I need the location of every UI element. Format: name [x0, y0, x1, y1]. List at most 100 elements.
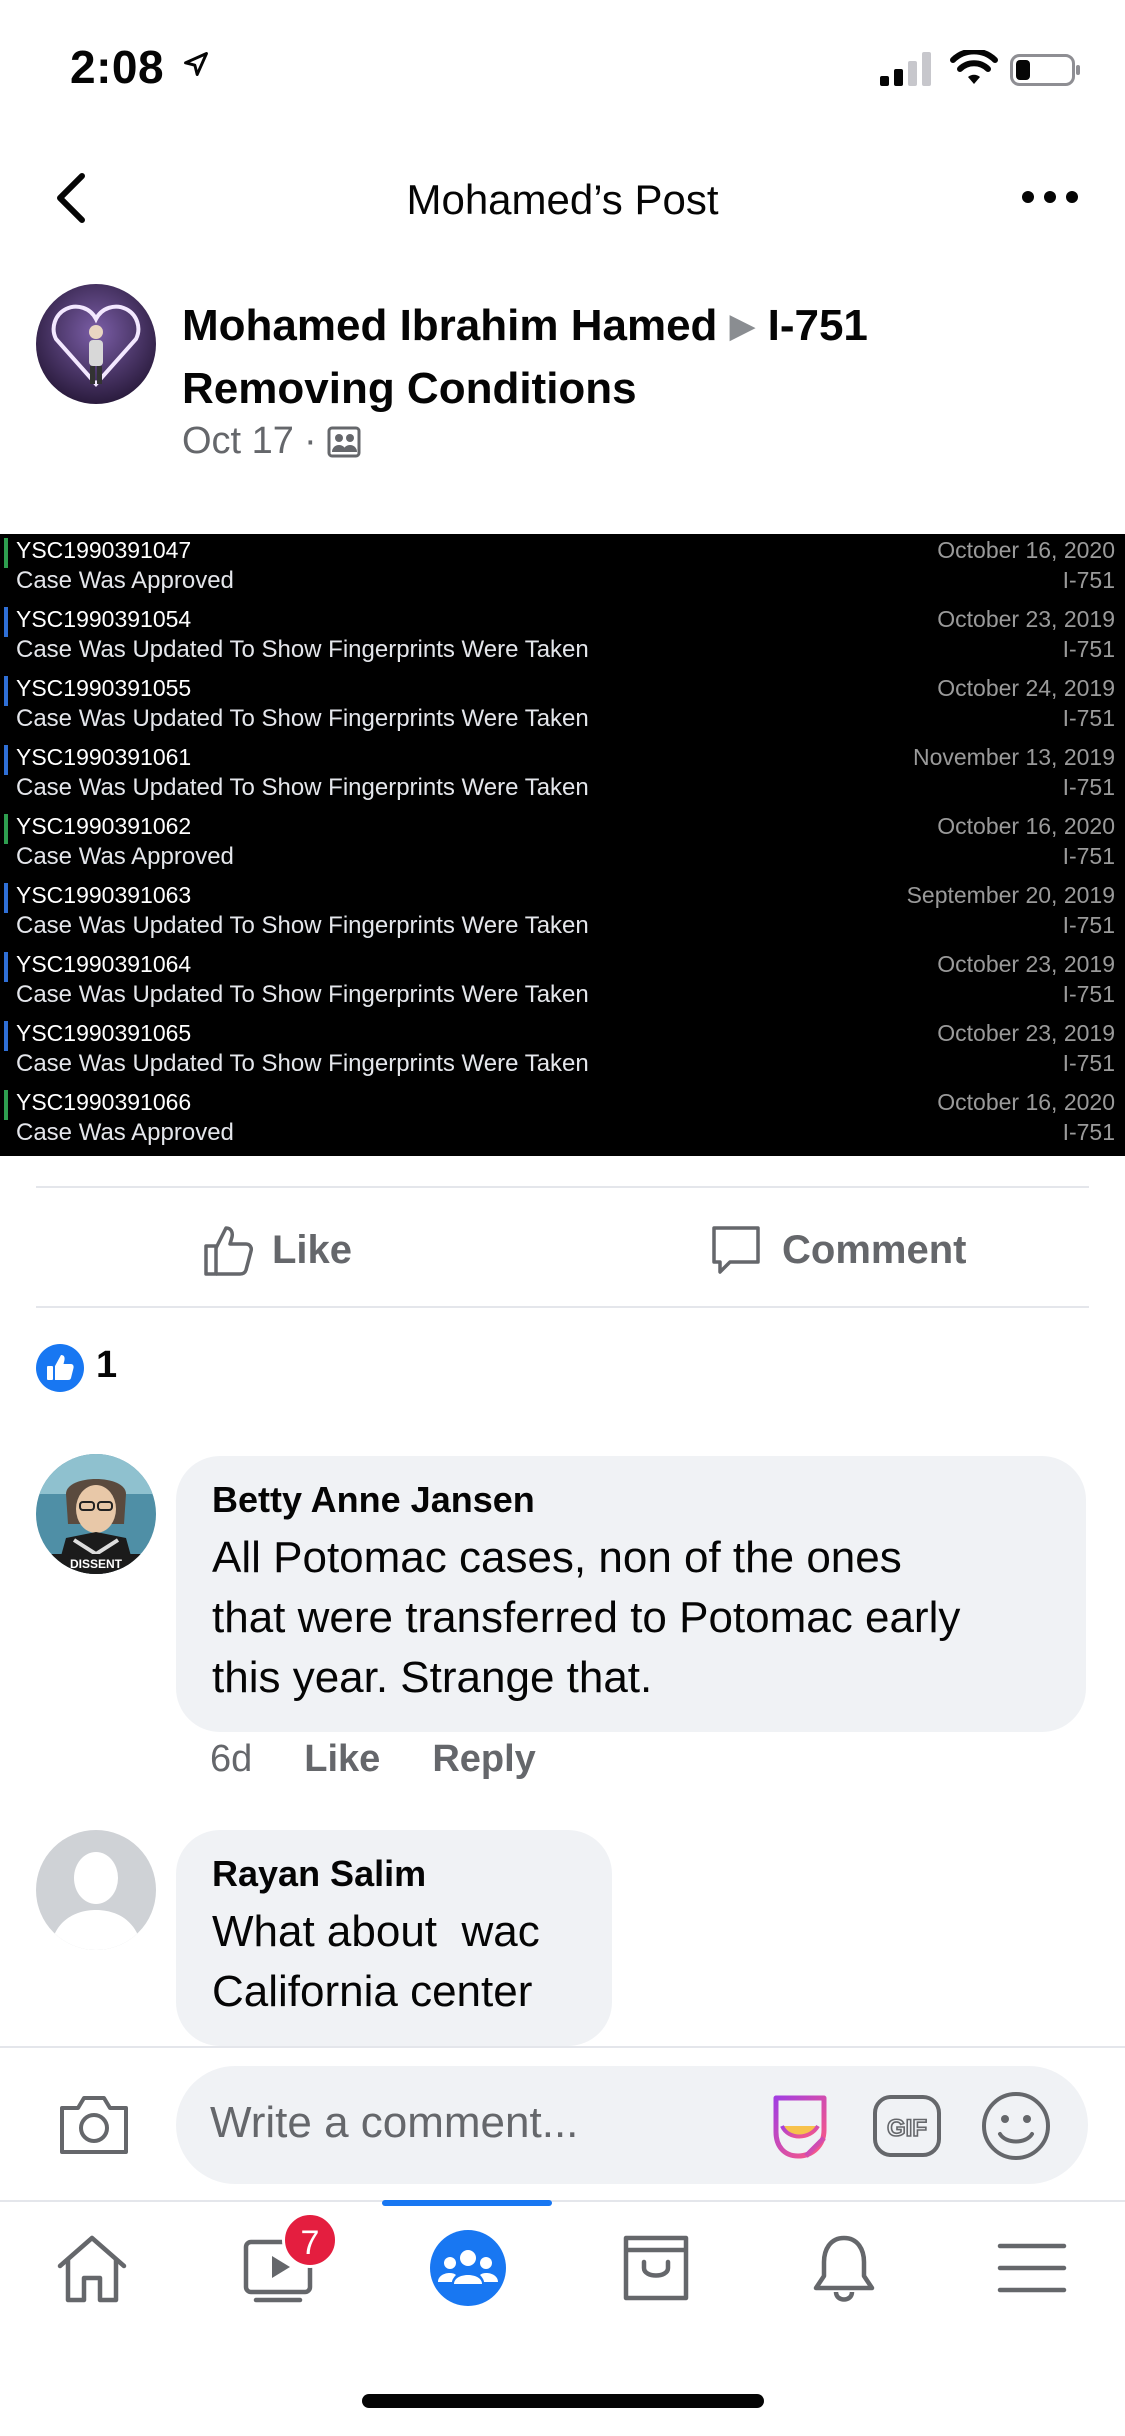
comment-placeholder[interactable]: Write a comment...: [210, 2098, 578, 2148]
case-id: YSC1990391065: [16, 1020, 192, 1046]
tab-home[interactable]: [52, 2228, 132, 2308]
page-title: Mohamed’s Post: [406, 176, 719, 223]
case-date: October 23, 2019: [937, 606, 1115, 632]
like-reaction-icon[interactable]: [36, 1344, 84, 1392]
gif-button[interactable]: GIF: [872, 2094, 942, 2158]
comment-reply-button[interactable]: Reply: [432, 1738, 535, 1781]
comment-button[interactable]: Comment: [708, 1220, 966, 1280]
group-name-cont[interactable]: Removing Conditions: [182, 364, 637, 413]
notification-badge: 7: [282, 2212, 338, 2268]
case-status: Case Was Updated To Show Fingerprints We…: [16, 705, 589, 732]
post-image[interactable]: YSC1990391047 Case Was Approved October 16…: [0, 534, 1125, 1156]
case-form: I-751: [1062, 981, 1115, 1007]
case-status-bar: [4, 1021, 8, 1051]
more-options-button[interactable]: [1020, 180, 1080, 214]
sticker-icon[interactable]: [762, 2088, 838, 2164]
thumbs-up-icon: [204, 1226, 253, 1276]
divider: [36, 1186, 1089, 1188]
case-status-bar: [4, 538, 8, 568]
svg-text:DISSENT: DISSENT: [70, 1557, 123, 1571]
case-id: YSC1990391062: [16, 813, 192, 839]
case-row: YSC1990391065 Case Was Updated To Show Fi…: [0, 1017, 1125, 1086]
case-status: Case Was Approved: [16, 567, 234, 594]
author-avatar[interactable]: [36, 284, 156, 404]
case-status: Case Was Approved: [16, 1119, 234, 1146]
case-row: YSC1990391047 Case Was Approved October 16…: [0, 534, 1125, 603]
case-id: YSC1990391064: [16, 951, 192, 977]
reaction-count[interactable]: 1: [96, 1344, 117, 1387]
case-status: Case Was Updated To Show Fingerprints We…: [16, 774, 589, 801]
case-row: YSC1990391062 Case Was Approved October 16…: [0, 810, 1125, 879]
case-status: Case Was Approved: [16, 843, 234, 870]
case-status-bar: [4, 883, 8, 913]
wifi-icon: [950, 50, 998, 84]
comment-text: All Potomac cases, non of the ones that …: [212, 1528, 1050, 1708]
divider: [0, 2046, 1125, 2048]
case-status-bar: [4, 745, 8, 775]
comment-text-line: What about wac: [212, 1907, 540, 1956]
case-id: YSC1990391066: [16, 1089, 192, 1115]
case-date: October 16, 2020: [937, 1089, 1115, 1115]
case-id: YSC1990391054: [16, 606, 192, 632]
tab-marketplace[interactable]: [616, 2228, 696, 2308]
case-form: I-751: [1062, 705, 1115, 731]
comment-text: What about wac California center: [212, 1902, 576, 2022]
comment-time: 6d: [210, 1738, 253, 1780]
case-id: YSC1990391063: [16, 882, 192, 908]
comment-bubble-icon: [712, 1226, 760, 1274]
comment-text-line: that were transferred to Potomac early: [212, 1593, 961, 1642]
case-date: November 13, 2019: [912, 744, 1115, 770]
case-date: October 23, 2019: [937, 951, 1115, 977]
commenter-avatar[interactable]: DISSENT: [36, 1454, 156, 1574]
post-author-line: Mohamed Ibrahim Hamed ▶ I-751 Removing Con…: [182, 296, 1082, 419]
emoji-icon[interactable]: [980, 2090, 1052, 2162]
case-row: YSC1990391064 Case Was Updated To Show Fi…: [0, 948, 1125, 1017]
case-row: YSC1990391063 Case Was Updated To Show Fi…: [0, 879, 1125, 948]
case-date: October 16, 2020: [937, 813, 1115, 839]
post-date[interactable]: Oct 17: [182, 420, 294, 463]
comment-bubble[interactable]: Rayan Salim What about wac California ce…: [176, 1830, 612, 2046]
tab-notifications[interactable]: [804, 2228, 884, 2308]
case-status: Case Was Updated To Show Fingerprints We…: [16, 1050, 589, 1077]
case-form: I-751: [1062, 1050, 1115, 1076]
case-status: Case Was Updated To Show Fingerprints We…: [16, 912, 589, 939]
case-form: I-751: [1062, 912, 1115, 938]
divider: [0, 2200, 1125, 2202]
case-date: October 24, 2019: [937, 675, 1115, 701]
case-row: YSC1990391061 Case Was Updated To Show Fi…: [0, 741, 1125, 810]
comment-bubble[interactable]: Betty Anne Jansen All Potomac cases, non…: [176, 1456, 1086, 1732]
case-form: I-751: [1062, 843, 1115, 869]
commenter-name[interactable]: Rayan Salim: [212, 1852, 576, 1896]
home-indicator: [362, 2394, 764, 2408]
tab-groups[interactable]: [428, 2228, 508, 2308]
cellular-signal-icon: [880, 52, 931, 86]
meta-separator: ·: [303, 420, 317, 462]
case-status-bar: [4, 676, 8, 706]
case-status: Case Was Updated To Show Fingerprints We…: [16, 981, 589, 1008]
camera-button[interactable]: [56, 2092, 132, 2158]
comment-like-button[interactable]: Like: [304, 1738, 380, 1781]
post-meta: Oct 17 ·: [182, 420, 361, 463]
location-arrow-icon: [184, 52, 208, 76]
case-row: YSC1990391066 Case Was Approved October 16…: [0, 1086, 1125, 1155]
case-id: YSC1990391055: [16, 675, 192, 701]
like-button[interactable]: Like: [200, 1220, 352, 1280]
comment-label: Comment: [782, 1227, 967, 1272]
case-status-bar: [4, 814, 8, 844]
comment-actions: 6d Like Reply: [210, 1738, 536, 1781]
divider: [36, 1306, 1089, 1308]
comment-text-line: California center: [212, 1967, 533, 2016]
tab-menu[interactable]: [992, 2228, 1072, 2308]
group-name[interactable]: I-751: [768, 301, 868, 350]
author-name[interactable]: Mohamed Ibrahim Hamed: [182, 301, 717, 350]
case-status: Case Was Updated To Show Fingerprints We…: [16, 636, 589, 663]
commenter-name[interactable]: Betty Anne Jansen: [212, 1478, 1050, 1522]
case-date: September 20, 2019: [906, 882, 1115, 908]
case-form: I-751: [1062, 1119, 1115, 1145]
commenter-avatar[interactable]: [36, 1830, 156, 1950]
comment-text-line: this year. Strange that.: [212, 1653, 653, 1702]
case-form: I-751: [1062, 774, 1115, 800]
case-status-bar: [4, 952, 8, 982]
case-date: October 23, 2019: [937, 1020, 1115, 1046]
case-row: YSC1990391055 Case Was Updated To Show Fi…: [0, 672, 1125, 741]
